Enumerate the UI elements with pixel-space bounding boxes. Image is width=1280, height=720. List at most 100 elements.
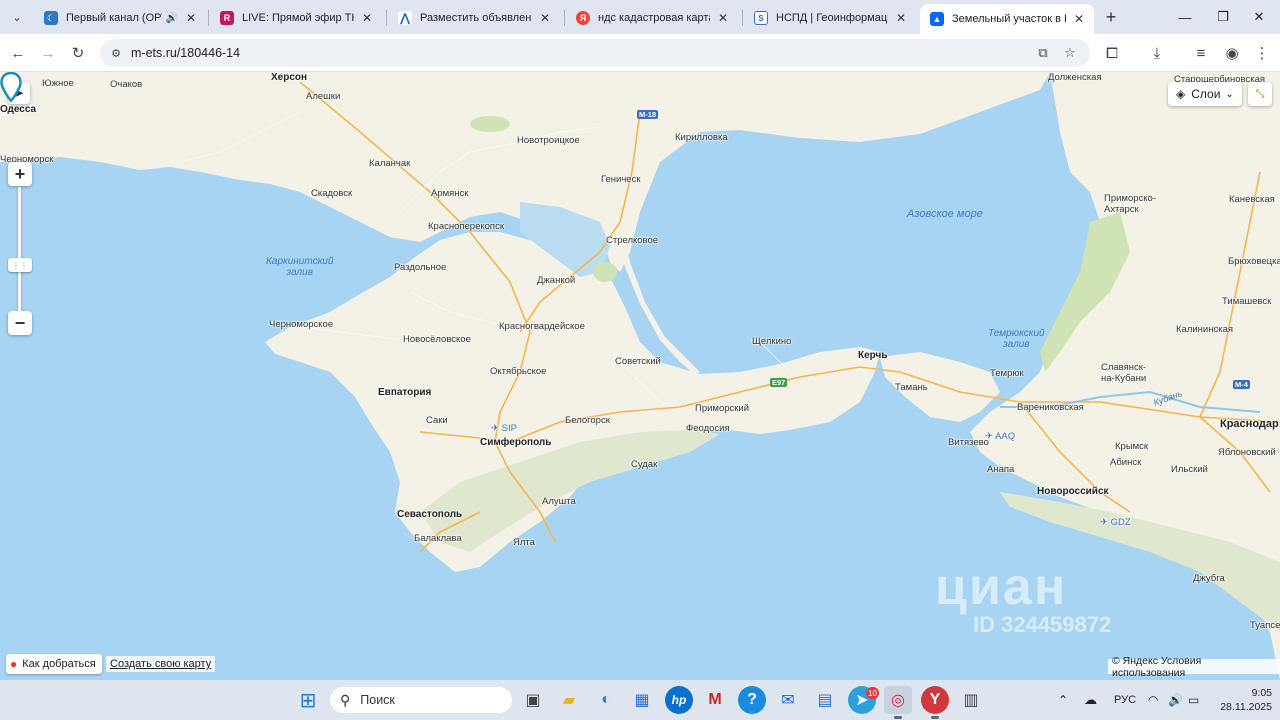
new-tab-button[interactable]: + (1100, 6, 1122, 28)
cian-icon: ▲ (930, 12, 944, 26)
store-icon[interactable]: ▦ (628, 686, 656, 714)
map-view[interactable]: Херсон Южное Очаков Алешки Одесса Черном… (0, 72, 1280, 680)
file-explorer-icon[interactable]: ▰ (555, 686, 583, 714)
volume-icon[interactable]: 🔊 (1168, 680, 1183, 720)
tab-6-active[interactable]: ▲ Земельный участок в Кры ✕ (920, 4, 1094, 34)
chevron-logo-icon: ⋀ (398, 11, 412, 25)
layers-button[interactable]: ◈ Слои ⌄ (1168, 82, 1242, 106)
place-label: Приморский (695, 403, 750, 414)
date: 28.11.2025 (1220, 701, 1272, 713)
tab-3[interactable]: ⋀ Разместить объявление о ✕ (388, 4, 560, 32)
wifi-icon[interactable]: ◠ (1148, 680, 1158, 720)
tab-4[interactable]: Я ндс кадастровая карта – ✕ (566, 4, 738, 32)
place-label: Южное (42, 78, 74, 89)
tab-title: Первый канал (ОРТ) с (66, 12, 162, 24)
notification-badge: 10 (866, 687, 879, 699)
taskbar-search[interactable]: ⚲ Поиск (330, 687, 512, 713)
active-indicator (931, 716, 939, 719)
help-icon[interactable]: ? (738, 686, 766, 714)
map-pin-icon: ● (10, 657, 18, 671)
highway-shield: E97 (770, 378, 788, 387)
highway-shield: M-4 (1233, 380, 1250, 389)
place-label: Красногвардейское (499, 321, 585, 332)
task-view-icon[interactable]: ▣ (519, 686, 547, 714)
place-label: Тамань (895, 382, 928, 393)
tab-strip: ⌄ ☾ Первый канал (ОРТ) с 🔊 ✕ R LIVE: Пря… (0, 0, 1280, 34)
bookmark-star-icon[interactable]: ☆ (1060, 43, 1080, 63)
mcafee-icon[interactable]: M (701, 686, 729, 714)
place-label: Балаклава (414, 533, 462, 544)
menu-dots-icon[interactable]: ⋮ (1250, 41, 1274, 65)
chevron-down-icon: ⌄ (1225, 88, 1234, 100)
profile-icon[interactable]: ◉ (1220, 41, 1244, 65)
weather-cloud-icon[interactable]: ☁ (1084, 680, 1097, 720)
taskbar: ⊞ ⚲ Поиск ▣ ▰ ◐ ▦ hp M ? ✉ ▤ ➤ 10 ◎ Y ▥ … (0, 680, 1280, 720)
location-marker-icon[interactable] (0, 72, 22, 102)
copyright-link[interactable]: © Яндекс Условия использования (1108, 655, 1280, 679)
media-control-icon[interactable]: ≡ (1189, 41, 1213, 65)
place-label: Херсон (271, 72, 308, 83)
tab-2[interactable]: R LIVE: Прямой эфир ТНТ4 с ✕ (210, 4, 382, 32)
outlook-icon[interactable]: ✉ (774, 686, 802, 714)
back-arrow-icon[interactable]: ← (6, 41, 30, 65)
forward-arrow-icon[interactable]: → (36, 41, 60, 65)
place-label: Яблоновский (1218, 447, 1276, 458)
close-icon[interactable]: ✕ (184, 11, 198, 25)
place-label: Славянск- на-Кубани (1101, 362, 1147, 384)
place-label: Калининская (1176, 324, 1234, 335)
calculator-icon[interactable]: ▥ (957, 686, 985, 714)
place-label: Крымск (1115, 441, 1149, 452)
extensions-puzzle-icon[interactable]: ⧠ (1100, 41, 1124, 65)
language-indicator[interactable]: РУС (1114, 680, 1136, 720)
fullscreen-icon[interactable]: ⤡ (1248, 82, 1272, 106)
address-bar[interactable]: ⚙ m-ets.ru/180446-14 ⧉ ☆ (100, 39, 1090, 67)
install-app-icon[interactable]: ⧉ (1033, 43, 1053, 63)
create-map-link[interactable]: Создать свою карту (106, 656, 216, 672)
place-label: Раздольное (394, 262, 447, 273)
place-label: Темрюк (990, 368, 1024, 379)
time: 9:05 (1251, 687, 1272, 699)
clock[interactable]: 9:05 28.11.2025 (1208, 686, 1272, 714)
zoom-out-button[interactable]: − (8, 311, 32, 335)
airport-label: ✈ AAQ (985, 431, 1016, 442)
url-text[interactable]: m-ets.ru/180446-14 (131, 46, 240, 60)
close-icon[interactable]: ✕ (894, 11, 908, 25)
download-icon[interactable]: ⤓ (1145, 41, 1169, 65)
tab-1[interactable]: ☾ Первый канал (ОРТ) с 🔊 ✕ (34, 4, 206, 32)
airport-label: ✈ GDZ (1100, 517, 1131, 528)
directions-label: Как добраться (22, 658, 96, 670)
hp-icon[interactable]: hp (665, 686, 693, 714)
zoom-slider-track[interactable] (18, 187, 21, 312)
tab-separator (386, 10, 387, 26)
speaker-icon[interactable]: 🔊 (166, 13, 178, 24)
close-icon[interactable]: ✕ (538, 11, 552, 25)
directions-button[interactable]: ● Как добраться (6, 654, 102, 674)
close-icon[interactable]: ✕ (1072, 12, 1086, 26)
edge-icon[interactable]: ◐ (592, 686, 620, 714)
notepad-icon[interactable]: ▤ (811, 686, 839, 714)
place-label: Брюховецкая (1228, 256, 1280, 267)
tab-search-button[interactable]: ⌄ (6, 6, 28, 28)
windows-start-icon[interactable]: ⊞ (294, 686, 322, 714)
place-label: Черноморское (269, 319, 334, 330)
place-label: Стрелковое (606, 235, 659, 246)
chrome-icon[interactable]: ◎ (884, 686, 912, 714)
tab-5[interactable]: S НСПД | Геоинформацион ✕ (744, 4, 916, 32)
zoom-in-button[interactable]: + (8, 162, 32, 186)
place-label: Приморско- Ахтарск (1104, 193, 1156, 215)
zoom-slider-thumb[interactable]: ⋮⋮ (8, 258, 32, 272)
place-label: Севастополь (397, 509, 463, 520)
yandex-browser-icon[interactable]: Y (921, 686, 949, 714)
close-icon[interactable]: ✕ (716, 11, 730, 25)
tab-title: ндс кадастровая карта – (598, 12, 710, 24)
place-label: Кирилловка (675, 132, 728, 143)
battery-icon[interactable]: ▭ (1188, 680, 1199, 720)
chevron-up-icon[interactable]: ⌃ (1058, 680, 1068, 720)
close-icon[interactable]: ✕ (360, 11, 374, 25)
place-label: Анапа (987, 464, 1015, 475)
reload-icon[interactable]: ↻ (66, 41, 90, 65)
close-window-button[interactable]: ✕ (1236, 0, 1280, 34)
site-info-icon[interactable]: ⚙ (106, 43, 126, 63)
place-label: Абинск (1110, 457, 1142, 468)
water-label: Каркинитский залив (266, 256, 334, 278)
